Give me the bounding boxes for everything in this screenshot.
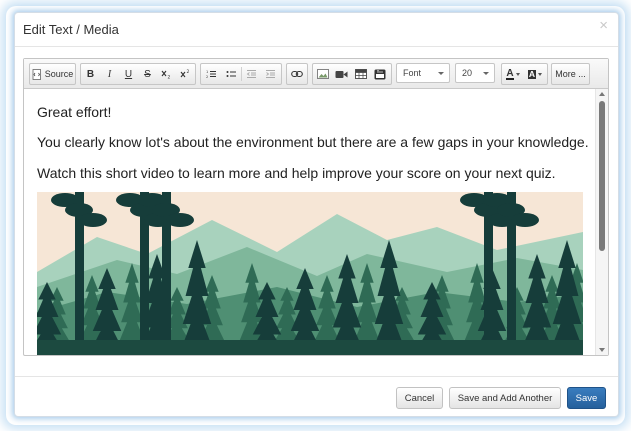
text-color-icon: A <box>506 67 514 80</box>
tree-canopy <box>511 213 539 227</box>
decrease-indent-icon <box>246 70 256 78</box>
dialog-header: Edit Text / Media × <box>15 13 618 47</box>
table-button[interactable] <box>351 64 370 84</box>
subscript-button[interactable]: 2 <box>157 64 176 84</box>
italic-icon: I <box>107 68 112 80</box>
more-button[interactable]: More ... <box>552 64 589 84</box>
link-icon <box>291 70 303 78</box>
scroll-down-icon[interactable] <box>599 348 605 352</box>
font-size-value: 20 <box>462 68 473 78</box>
more-group: More ... <box>551 63 590 85</box>
image-button[interactable] <box>313 64 332 84</box>
superscript-button[interactable]: 2 <box>176 64 195 84</box>
superscript-icon: 2 <box>180 69 190 78</box>
youtube-button[interactable] <box>370 64 389 84</box>
colors-group: A A <box>501 63 548 85</box>
video-button[interactable] <box>332 64 351 84</box>
source-label: Source <box>44 69 74 79</box>
youtube-icon <box>374 69 385 79</box>
list-group: 1 2 <box>200 63 282 85</box>
dialog-title: Edit Text / Media <box>23 22 119 37</box>
bulleted-list-icon <box>226 71 236 77</box>
strikethrough-button[interactable]: S <box>138 64 157 84</box>
forest-image[interactable] <box>37 192 583 355</box>
editor-content[interactable]: Great effort! You clearly know lot's abo… <box>24 89 596 355</box>
font-select-value: Font <box>403 68 422 78</box>
bold-icon: B <box>86 68 95 80</box>
scrollbar-thumb[interactable] <box>599 101 605 251</box>
basic-styles-group: B I U S 2 2 <box>80 63 196 85</box>
editor-scrollbar[interactable] <box>595 89 608 355</box>
bulleted-list-button[interactable] <box>221 64 241 84</box>
source-group: Source <box>29 63 76 85</box>
svg-text:2: 2 <box>168 75 171 80</box>
video-icon <box>335 70 348 78</box>
underline-button[interactable]: U <box>119 64 138 84</box>
dialog-footer: Cancel Save and Add Another Save <box>15 376 618 416</box>
strikethrough-icon: S <box>144 68 151 80</box>
save-button[interactable]: Save <box>567 387 606 409</box>
numbered-list-icon: 1 2 <box>206 70 216 79</box>
svg-text:2: 2 <box>187 69 190 75</box>
more-label: More ... <box>555 69 586 79</box>
link-group <box>286 63 308 85</box>
editor-toolbar: Source B I U S 2 2 1 2 Font 20 A A More … <box>24 59 608 89</box>
instruction-text: Watch this short video to learn more and… <box>37 165 556 181</box>
svg-text:2: 2 <box>206 75 208 79</box>
increase-indent-button[interactable] <box>261 64 280 84</box>
font-size-select[interactable]: 20 <box>455 63 495 83</box>
link-button[interactable] <box>287 64 307 84</box>
forest-illustration <box>37 192 583 355</box>
svg-text:1: 1 <box>206 70 208 74</box>
tree-canopy <box>166 213 194 227</box>
feedback-text: You clearly know lot's about the environ… <box>37 134 589 150</box>
chevron-down-icon <box>438 72 444 75</box>
font-select[interactable]: Font <box>396 63 450 83</box>
rich-text-editor: Source B I U S 2 2 1 2 Font 20 A A More … <box>23 58 609 356</box>
scroll-up-icon[interactable] <box>599 92 605 96</box>
subscript-icon: 2 <box>161 70 171 80</box>
greeting-text: Great effort! <box>37 104 112 120</box>
background-color-icon: A <box>527 68 537 79</box>
increase-indent-icon <box>266 70 275 78</box>
italic-button[interactable]: I <box>100 64 119 84</box>
source-icon <box>32 68 41 80</box>
underline-icon: U <box>124 68 133 80</box>
insert-group <box>312 63 392 85</box>
table-icon <box>354 69 367 79</box>
cancel-button[interactable]: Cancel <box>396 387 443 409</box>
chevron-down-icon <box>515 72 520 76</box>
edit-media-dialog: Edit Text / Media × Source B I U S 2 2 1… <box>14 12 619 417</box>
chevron-down-icon <box>483 72 489 75</box>
tree-canopy <box>79 213 107 227</box>
numbered-list-button[interactable]: 1 2 <box>201 64 221 84</box>
background-color-button[interactable]: A <box>524 64 546 84</box>
source-button[interactable]: Source <box>30 64 75 84</box>
bold-button[interactable]: B <box>81 64 100 84</box>
decrease-indent-button[interactable] <box>242 64 261 84</box>
text-color-button[interactable]: A <box>502 64 524 84</box>
save-and-add-another-button[interactable]: Save and Add Another <box>449 387 561 409</box>
image-icon <box>316 69 329 79</box>
chevron-down-icon <box>538 72 543 76</box>
close-icon[interactable]: × <box>599 18 608 34</box>
